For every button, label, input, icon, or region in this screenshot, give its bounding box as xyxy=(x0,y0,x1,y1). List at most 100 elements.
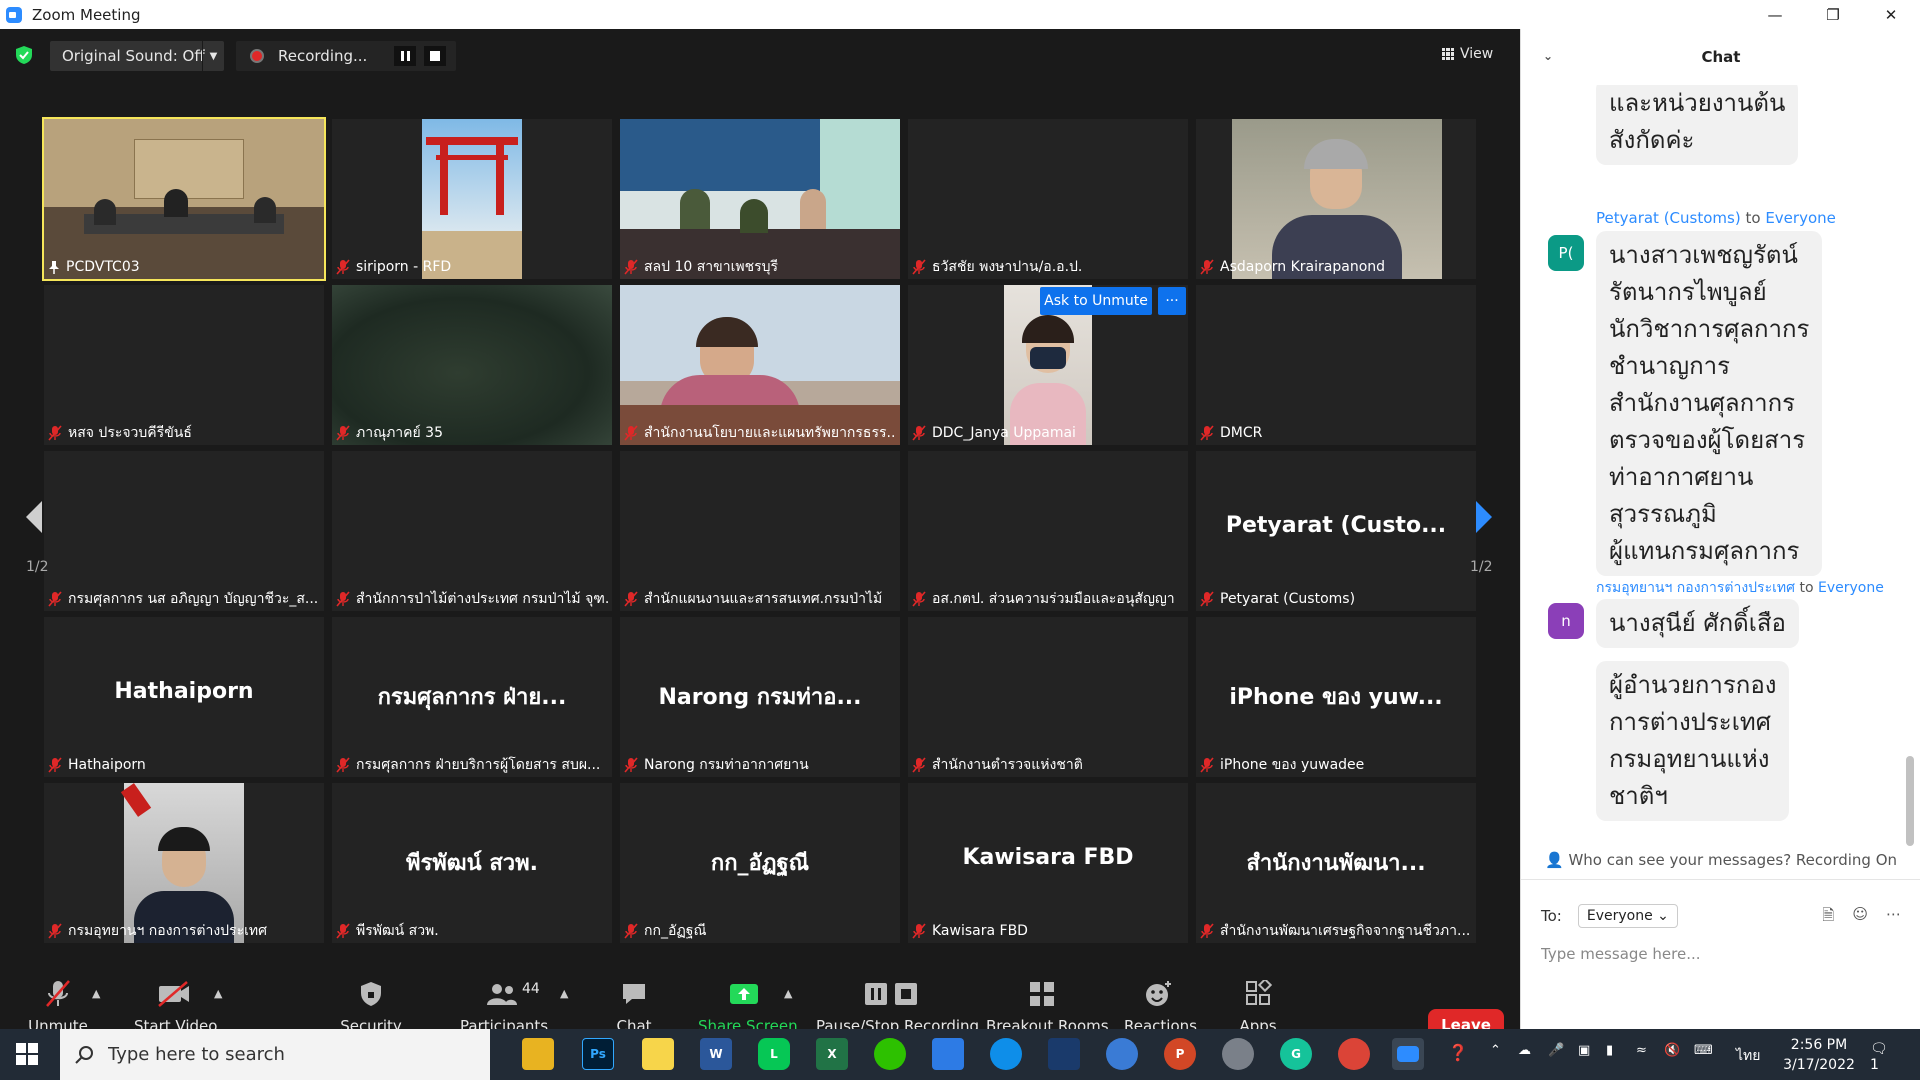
powerpoint-icon[interactable]: P xyxy=(1164,1038,1196,1070)
participant-tile[interactable]: Kawisara FBD Kawisara FBD xyxy=(908,783,1188,943)
pause-stop-recording-button[interactable]: Pause/Stop Recording xyxy=(816,977,979,1035)
taskbar-clock[interactable]: 2:56 PM 3/17/2022 xyxy=(1774,1035,1864,1075)
breakout-rooms-button[interactable]: Breakout Rooms xyxy=(986,977,1109,1035)
participant-display-name: iPhone ของ yuw... xyxy=(1229,685,1443,710)
recipient-dropdown[interactable]: Everyone ⌄ xyxy=(1577,904,1678,928)
share-options-caret-icon[interactable]: ▲ xyxy=(784,987,792,1000)
input-language[interactable]: ไทย xyxy=(1736,1045,1760,1067)
video-options-caret-icon[interactable]: ▲ xyxy=(214,987,222,1000)
shield-check-icon[interactable] xyxy=(14,45,34,65)
taskbar-search-input[interactable] xyxy=(108,1044,468,1065)
photoshop-icon[interactable]: Ps xyxy=(582,1038,614,1070)
participant-tile[interactable]: กรมศุลกากร ฝ่าย... กรมศุลกากร ฝ่ายบริการผ… xyxy=(332,617,612,777)
grammarly-icon[interactable]: G xyxy=(1280,1038,1312,1070)
participant-tile[interactable]: siriporn - RFD xyxy=(332,119,612,279)
webex-icon[interactable] xyxy=(1048,1038,1080,1070)
chrome-icon[interactable] xyxy=(1338,1038,1370,1070)
display-icon[interactable]: ▣ xyxy=(1578,1043,1590,1058)
close-icon[interactable]: ✕ xyxy=(1862,0,1920,29)
participant-name: กก_อัฏฐณี xyxy=(644,923,707,939)
participant-tile[interactable]: Hathaiporn Hathaiporn xyxy=(44,617,324,777)
photos-icon[interactable] xyxy=(932,1038,964,1070)
participant-tile[interactable]: PCDVTC03 xyxy=(42,117,326,281)
who-can-see-messages[interactable]: 👤 Who can see your messages? Recording O… xyxy=(1521,851,1920,875)
participant-video xyxy=(44,119,324,279)
pause-recording-button[interactable] xyxy=(394,46,416,66)
more-options-icon[interactable]: ⋯ xyxy=(1886,905,1901,930)
search-app-icon[interactable] xyxy=(1106,1038,1138,1070)
restore-icon[interactable]: ❐ xyxy=(1804,0,1862,29)
chevron-down-icon[interactable]: ▼ xyxy=(202,41,224,71)
participant-tile[interactable]: Petyarat (Custo... Petyarat (Customs) xyxy=(1196,451,1476,611)
person-lock-icon: 👤 xyxy=(1544,851,1564,869)
windows-start-icon[interactable] xyxy=(16,1043,38,1065)
teamviewer-icon[interactable] xyxy=(990,1038,1022,1070)
microphone-muted-icon xyxy=(912,923,926,939)
minimize-icon[interactable]: — xyxy=(1746,0,1804,29)
view-button[interactable]: View xyxy=(1442,39,1512,69)
participant-tile[interactable]: หสจ ประจวบคีรีขันธ์ xyxy=(44,285,324,445)
previous-page-icon[interactable] xyxy=(24,499,44,535)
participant-tile[interactable]: Ask to Unmute ··· DDC_Janya Uppamai xyxy=(908,285,1188,445)
participant-tile[interactable]: สลป 10 สาขาเพชรบุรี xyxy=(620,119,900,279)
volume-muted-icon[interactable]: 🔇 xyxy=(1664,1043,1680,1058)
participant-tile[interactable]: สำนักงานพัฒนา... สำนักงานพัฒนาเศรษฐกิจจาก… xyxy=(1196,783,1476,943)
taskbar-search[interactable] xyxy=(60,1029,490,1080)
apps-button[interactable]: Apps xyxy=(1236,977,1280,1035)
participant-tile[interactable]: สำนักการป่าไม้ต่างประเทศ กรมป่าไม้ จุฑ..… xyxy=(332,451,612,611)
unmute-button[interactable]: Unmute xyxy=(28,977,88,1035)
audio-options-caret-icon[interactable]: ▲ xyxy=(92,987,100,1000)
ask-to-unmute-button[interactable]: Ask to Unmute xyxy=(1040,287,1152,315)
wechat-icon[interactable] xyxy=(874,1038,906,1070)
participant-tile[interactable]: กรมศุลกากร นส อภิญญา บัญญาชีวะ_ส... xyxy=(44,451,324,611)
chevron-down-icon[interactable]: ⌄ xyxy=(1543,49,1553,63)
file-icon[interactable]: 🗎 xyxy=(1822,905,1834,930)
next-page-icon[interactable] xyxy=(1474,499,1494,535)
chat-button[interactable]: Chat xyxy=(612,977,656,1035)
help-icon[interactable]: ❓ xyxy=(1448,1043,1468,1062)
participant-tile[interactable]: กก_อัฏฐณี กก_อัฏฐณี xyxy=(620,783,900,943)
excel-icon[interactable]: X xyxy=(816,1038,848,1070)
zoom-taskbar-icon[interactable] xyxy=(1392,1038,1424,1070)
participant-tile[interactable]: ธวัสชัย พงษาปาน/อ.อ.ป. xyxy=(908,119,1188,279)
participant-tile[interactable]: อส.กตป. ส่วนความร่วมมือและอนุสัญญา xyxy=(908,451,1188,611)
participant-name: สำนักงานพัฒนาเศรษฐกิจจากฐานชีวภา... xyxy=(1220,923,1471,939)
participant-tile[interactable]: สำนักแผนงานและสารสนเทศ.กรมป่าไม้ xyxy=(620,451,900,611)
file-explorer-icon[interactable] xyxy=(522,1038,554,1070)
participant-tile[interactable]: พีรพัฒน์ สวพ. พีรพัฒน์ สวพ. xyxy=(332,783,612,943)
original-sound-button[interactable]: Original Sound: Off ▼ xyxy=(50,41,224,71)
word-icon[interactable]: W xyxy=(700,1038,732,1070)
start-video-button[interactable]: Start Video xyxy=(134,977,217,1035)
chat-message-input[interactable] xyxy=(1541,939,1901,969)
participant-tile[interactable]: สำนักงานตำรวจแห่งชาติ xyxy=(908,617,1188,777)
security-button[interactable]: Security xyxy=(338,977,404,1035)
network-icon[interactable]: ☁ xyxy=(1518,1043,1531,1058)
participant-tile[interactable]: Asdaporn Krairapanond xyxy=(1196,119,1476,279)
microphone-tray-icon[interactable]: 🎤 xyxy=(1548,1043,1564,1058)
microphone-muted-icon xyxy=(336,425,350,441)
chat-scrollbar[interactable] xyxy=(1906,756,1914,846)
show-hidden-icons-icon[interactable]: ⌃ xyxy=(1490,1043,1501,1058)
battery-icon[interactable]: ▮ xyxy=(1606,1043,1613,1058)
sticky-notes-icon[interactable] xyxy=(642,1038,674,1070)
participant-tile[interactable]: สำนักงานนโยบายและแผนทรัพยากรธรร... xyxy=(620,285,900,445)
notifications-icon[interactable]: 🗨 1 xyxy=(1870,1041,1896,1073)
reactions-button[interactable]: Reactions xyxy=(1124,977,1197,1035)
participant-tile[interactable]: iPhone ของ yuw... iPhone ของ yuwadee xyxy=(1196,617,1476,777)
wifi-icon[interactable]: ≈ xyxy=(1636,1043,1647,1058)
line-app-icon[interactable]: L xyxy=(758,1038,790,1070)
participant-name-label: กรมอุทยานฯ กองการต่างประเทศ xyxy=(48,921,320,941)
microphone-muted-icon xyxy=(336,591,350,607)
participant-tile[interactable]: ภาณุภาคย์ 35 xyxy=(332,285,612,445)
disk-app-icon[interactable] xyxy=(1222,1038,1254,1070)
participants-caret-icon[interactable]: ▲ xyxy=(560,987,568,1000)
stop-recording-button[interactable] xyxy=(424,46,446,66)
onscreen-keyboard-icon[interactable]: ⌨ xyxy=(1694,1043,1713,1058)
chat-tools: 🗎 ☺ ⋯ xyxy=(1822,905,1901,930)
share-screen-button[interactable]: Share Screen xyxy=(698,977,798,1035)
participant-tile[interactable]: Narong กรมท่าอ... Narong กรมท่าอากาศยาน xyxy=(620,617,900,777)
participant-tile[interactable]: DMCR xyxy=(1196,285,1476,445)
participant-tile[interactable]: กรมอุทยานฯ กองการต่างประเทศ xyxy=(44,783,324,943)
emoji-icon[interactable]: ☺ xyxy=(1852,905,1868,930)
tile-more-options-button[interactable]: ··· xyxy=(1158,287,1186,315)
